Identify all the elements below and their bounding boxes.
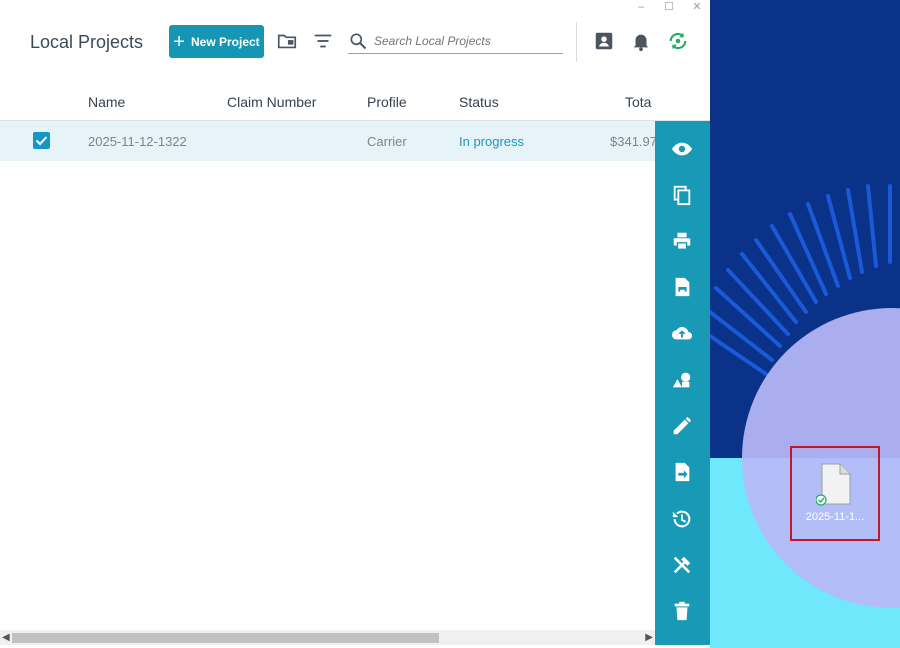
- window-controls: – ☐ ✕: [634, 0, 704, 16]
- new-project-button[interactable]: + New Project: [169, 25, 264, 58]
- cloud-upload-icon[interactable]: [671, 322, 693, 344]
- account-icon[interactable]: [593, 30, 615, 52]
- column-header-status[interactable]: Status: [459, 94, 499, 110]
- print-icon[interactable]: [671, 230, 693, 252]
- history-icon[interactable]: [671, 508, 693, 530]
- table-row[interactable]: 2025-11-12-1322 Carrier In progress $341…: [0, 121, 710, 161]
- cell-total: $341.97: [610, 134, 657, 149]
- scrollbar-thumb[interactable]: [12, 633, 439, 643]
- document-print-icon[interactable]: [671, 276, 693, 298]
- shapes-icon[interactable]: [671, 369, 693, 391]
- horizontal-scrollbar[interactable]: ◀ ▶: [0, 630, 655, 645]
- tools-icon[interactable]: [671, 554, 693, 576]
- header-bar: Local Projects + New Project: [0, 18, 710, 70]
- page-title: Local Projects: [30, 32, 144, 52]
- search-icon: [350, 33, 367, 49]
- table-header: Name Claim Number Profile Status Tota: [0, 84, 710, 121]
- scroll-left-icon[interactable]: ◀: [2, 632, 10, 643]
- app-window: – ☐ ✕ Local Projects + New Project Searc…: [0, 0, 710, 648]
- new-project-label: New Project: [190, 34, 260, 49]
- column-header-total[interactable]: Tota: [625, 94, 651, 110]
- bell-icon[interactable]: [630, 30, 652, 52]
- minimize-button[interactable]: –: [634, 0, 648, 16]
- copy-icon[interactable]: [671, 184, 693, 206]
- row-checkbox[interactable]: [33, 132, 50, 149]
- cell-status: In progress: [459, 134, 525, 149]
- cell-profile: Carrier: [367, 134, 407, 149]
- search-box[interactable]: [348, 28, 563, 54]
- close-button[interactable]: ✕: [690, 0, 704, 16]
- trash-icon[interactable]: [671, 600, 693, 622]
- checkmark-icon: [35, 136, 48, 146]
- cell-name: 2025-11-12-1322: [88, 134, 187, 149]
- column-header-name[interactable]: Name: [88, 94, 125, 110]
- folder-icon[interactable]: [276, 30, 298, 52]
- sync-icon[interactable]: [667, 30, 689, 52]
- header-divider: [576, 22, 577, 62]
- desktop-file[interactable]: 2025-11-1...: [790, 446, 880, 541]
- scroll-right-icon[interactable]: ▶: [645, 632, 653, 643]
- edit-icon[interactable]: [671, 415, 693, 437]
- action-rail: [655, 121, 710, 645]
- column-header-profile[interactable]: Profile: [367, 94, 407, 110]
- column-header-claim-number[interactable]: Claim Number: [227, 94, 316, 110]
- search-input[interactable]: [372, 32, 561, 49]
- eye-icon[interactable]: [671, 138, 693, 160]
- export-icon[interactable]: [671, 461, 693, 483]
- file-icon: [816, 463, 851, 506]
- maximize-button[interactable]: ☐: [662, 0, 676, 16]
- filter-icon[interactable]: [312, 30, 334, 52]
- file-label: 2025-11-1...: [805, 511, 865, 523]
- plus-icon: +: [173, 30, 185, 53]
